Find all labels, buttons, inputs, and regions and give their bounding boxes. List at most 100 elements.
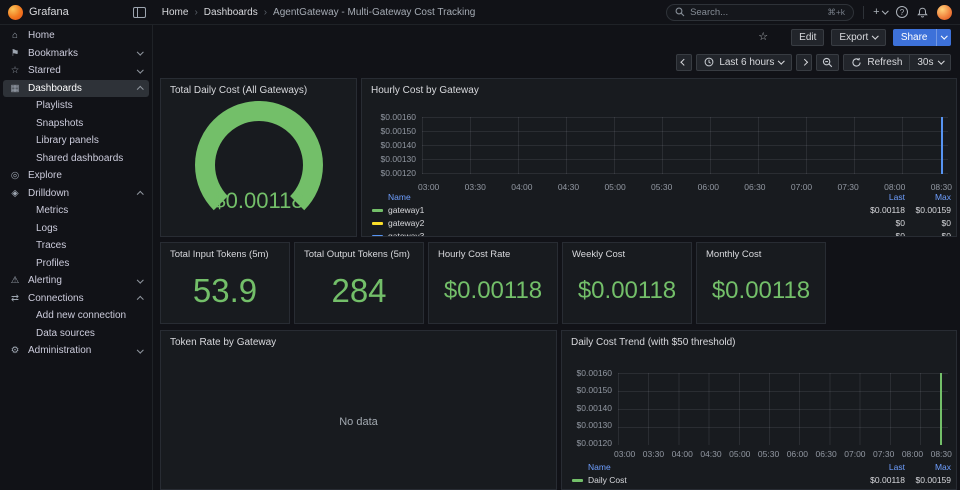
panel-title: Daily Cost Trend (with $50 threshold): [562, 331, 956, 354]
search-input[interactable]: Search... ⌘+k: [666, 4, 854, 21]
y-tick-label: $0.00150: [381, 127, 416, 136]
legend-row[interactable]: gateway2 $0 $0: [372, 217, 951, 230]
breadcrumb-item[interactable]: Home: [162, 7, 189, 18]
panel-title: Total Daily Cost (All Gateways): [161, 79, 356, 102]
hourly-chart-plot[interactable]: [422, 117, 948, 174]
sidebar-item[interactable]: Logs: [3, 220, 149, 238]
time-range-picker[interactable]: Last 6 hours: [696, 54, 792, 71]
sidebar-item[interactable]: ☆ Starred: [3, 62, 149, 80]
x-tick-label: 04:00: [672, 450, 693, 459]
y-tick-label: $0.00120: [577, 439, 612, 448]
sidebar-item[interactable]: Data sources: [3, 325, 149, 343]
edit-button[interactable]: Edit: [791, 29, 824, 46]
time-shift-forward-button[interactable]: [796, 54, 813, 71]
trend-chart-plot[interactable]: [618, 373, 948, 445]
legend-header-row: Name Last Max: [372, 191, 951, 204]
sidebar-item-label: Profiles: [36, 258, 69, 269]
sidebar-item[interactable]: ⚙ Administration: [3, 342, 149, 360]
sidebar-item[interactable]: Metrics: [3, 202, 149, 220]
sidebar-item[interactable]: ▦ Dashboards: [3, 80, 149, 98]
panel-daily-cost-trend: Daily Cost Trend (with $50 threshold) $0…: [561, 330, 957, 490]
gauge-value: $0.00118: [161, 188, 356, 214]
x-tick-label: 07:00: [844, 450, 865, 459]
series-last-value: $0.00118: [859, 476, 905, 485]
refresh-interval-dropdown[interactable]: 30s: [909, 55, 950, 70]
legend-header-max[interactable]: Max: [905, 193, 951, 202]
legend-header-last[interactable]: Last: [859, 193, 905, 202]
top-nav: Grafana Home Dashboards AgentGateway - M…: [0, 0, 960, 25]
legend-header-max[interactable]: Max: [905, 463, 951, 472]
legend-header-last[interactable]: Last: [859, 463, 905, 472]
chevron-icon: [137, 86, 143, 92]
hourly-legend: Name Last Max gateway1 $0.00118 $0.00159: [372, 191, 951, 237]
series-name[interactable]: Daily Cost: [588, 476, 859, 485]
x-tick-label: 05:30: [758, 450, 779, 459]
chevron-icon: [137, 49, 143, 55]
sidebar-item[interactable]: ◈ Drilldown: [3, 185, 149, 203]
stat-panel: Total Input Tokens (5m) 53.9: [160, 242, 290, 324]
sidebar-item[interactable]: Snapshots: [3, 115, 149, 133]
sidebar-item[interactable]: Profiles: [3, 255, 149, 273]
sidebar-item-label: Administration: [28, 345, 91, 356]
series-max-value: $0.00159: [905, 476, 951, 485]
clock-icon: [704, 57, 714, 67]
sidebar-item-label: Alerting: [28, 275, 62, 286]
sidebar-item[interactable]: Shared dashboards: [3, 150, 149, 168]
x-tick-label: 08:30: [931, 450, 952, 459]
sidebar-item-label: Snapshots: [36, 118, 83, 129]
grafana-logo-icon[interactable]: [8, 5, 23, 20]
star-icon[interactable]: ☆: [758, 32, 768, 43]
series-name[interactable]: gateway2: [388, 219, 859, 228]
no-data-message: No data: [161, 355, 556, 489]
sidebar-item[interactable]: Playlists: [3, 97, 149, 115]
brand-name: Grafana: [29, 6, 69, 18]
legend-rows: Daily Cost $0.00118 $0.00159: [572, 474, 951, 487]
sidebar-item[interactable]: ◎ Explore: [3, 167, 149, 185]
breadcrumb-item[interactable]: AgentGateway - Multi-Gateway Cost Tracki…: [258, 7, 476, 18]
x-tick-label: 04:30: [700, 450, 721, 459]
x-tick-label: 05:00: [729, 450, 750, 459]
legend-header-name[interactable]: Name: [372, 193, 859, 202]
series-name[interactable]: gateway3: [388, 232, 859, 237]
export-button[interactable]: Export: [831, 29, 885, 46]
sidebar-item-label: Dashboards: [28, 83, 82, 94]
legend-row[interactable]: Daily Cost $0.00118 $0.00159: [572, 474, 951, 487]
zoom-out-icon[interactable]: [816, 54, 839, 71]
chevron-icon: [137, 346, 143, 352]
time-controls: Last 6 hours Refresh 30s: [153, 52, 960, 72]
sidebar-item-icon: ◎: [10, 171, 20, 181]
legend-row[interactable]: gateway3 $0 $0: [372, 230, 951, 237]
legend-rows: gateway1 $0.00118 $0.00159 gateway2 $0 $…: [372, 204, 951, 237]
help-icon[interactable]: ?: [896, 6, 908, 18]
time-shift-back-button[interactable]: [676, 54, 693, 71]
new-menu-button[interactable]: +: [873, 6, 887, 18]
stat-value: $0.00118: [429, 263, 557, 319]
series-name[interactable]: gateway1: [388, 206, 859, 215]
sidebar-item[interactable]: ⌂ Home: [3, 27, 149, 45]
series-color-swatch: [372, 222, 383, 225]
refresh-group: Refresh 30s: [843, 54, 951, 71]
x-tick-label: 06:30: [815, 450, 836, 459]
chevron-icon: [137, 296, 143, 302]
breadcrumb-item[interactable]: Dashboards: [188, 7, 257, 18]
y-tick-label: $0.00130: [381, 155, 416, 164]
user-avatar[interactable]: [937, 5, 952, 20]
sidebar-item[interactable]: Traces: [3, 237, 149, 255]
sidebar-item[interactable]: Library panels: [3, 132, 149, 150]
sidebar-item[interactable]: ⚠ Alerting: [3, 272, 149, 290]
legend-header-name[interactable]: Name: [572, 463, 859, 472]
notifications-bell-icon[interactable]: [917, 7, 928, 18]
dock-sidebar-icon[interactable]: [133, 7, 146, 18]
sidebar-item-label: Playlists: [36, 100, 73, 111]
sidebar-item[interactable]: ⇄ Connections: [3, 290, 149, 308]
sidebar-item-icon: ⌂: [10, 31, 20, 41]
refresh-button[interactable]: Refresh: [844, 55, 909, 70]
sidebar-item[interactable]: ⚑ Bookmarks: [3, 45, 149, 63]
share-menu-caret[interactable]: [936, 29, 952, 46]
share-button[interactable]: Share: [893, 29, 951, 46]
divider: [863, 6, 864, 19]
legend-row[interactable]: gateway1 $0.00118 $0.00159: [372, 204, 951, 217]
x-tick-label: 03:30: [643, 450, 664, 459]
series-color-swatch: [372, 235, 383, 237]
sidebar-item[interactable]: Add new connection: [3, 307, 149, 325]
